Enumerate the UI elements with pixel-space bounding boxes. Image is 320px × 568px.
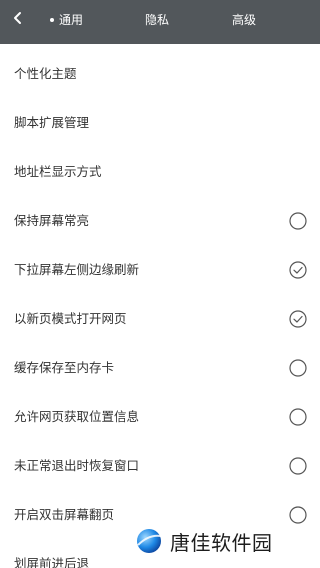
tab-general[interactable]: 通用 xyxy=(50,12,84,28)
unchecked-circle-icon[interactable] xyxy=(289,506,307,524)
setting-script-extensions[interactable]: 脚本扩展管理 xyxy=(0,99,320,148)
checked-circle-icon[interactable] xyxy=(289,310,307,328)
settings-list: 个性化主题 脚本扩展管理 地址栏显示方式 保持屏幕常亮 下拉屏幕左侧边缘刷新 以… xyxy=(0,50,320,568)
back-button[interactable] xyxy=(4,4,32,32)
setting-label: 个性化主题 xyxy=(14,66,77,81)
setting-restore-window[interactable]: 未正常退出时恢复窗口 xyxy=(0,442,320,491)
setting-label: 以新页模式打开网页 xyxy=(14,311,127,326)
tab-privacy[interactable]: 隐私 xyxy=(145,12,169,28)
active-tab-dot xyxy=(50,18,54,22)
unchecked-circle-icon[interactable] xyxy=(289,212,307,230)
setting-address-bar-display[interactable]: 地址栏显示方式 xyxy=(0,148,320,197)
tab-advanced[interactable]: 高级 xyxy=(232,12,256,28)
tab-advanced-label: 高级 xyxy=(232,13,257,27)
setting-cache-to-sd-card[interactable]: 缓存保存至内存卡 xyxy=(0,344,320,393)
setting-label: 保持屏幕常亮 xyxy=(14,213,90,228)
setting-label: 未正常退出时恢复窗口 xyxy=(14,458,140,473)
setting-label: 脚本扩展管理 xyxy=(14,115,90,130)
chevron-left-icon xyxy=(14,12,21,24)
unchecked-circle-icon[interactable] xyxy=(289,408,307,426)
unchecked-circle-icon[interactable] xyxy=(289,457,307,475)
settings-screen: 通用 隐私 高级 个性化主题 脚本扩展管理 地址栏显示方式 保持屏幕常亮 下拉屏… xyxy=(0,0,320,568)
setting-keep-screen-on[interactable]: 保持屏幕常亮 xyxy=(0,197,320,246)
setting-label: 下拉屏幕左侧边缘刷新 xyxy=(14,262,140,277)
setting-label: 开启双击屏幕翻页 xyxy=(14,507,115,522)
setting-pull-left-edge-refresh[interactable]: 下拉屏幕左侧边缘刷新 xyxy=(0,246,320,295)
setting-allow-location[interactable]: 允许网页获取位置信息 xyxy=(0,393,320,442)
unchecked-circle-icon[interactable] xyxy=(289,359,307,377)
setting-label: 划屏前进后退 xyxy=(14,556,90,568)
top-bar: 通用 隐私 高级 xyxy=(0,0,320,44)
tab-general-label: 通用 xyxy=(59,13,84,27)
checked-circle-icon[interactable] xyxy=(289,261,307,279)
setting-label: 地址栏显示方式 xyxy=(14,164,102,179)
setting-label: 允许网页获取位置信息 xyxy=(14,409,140,424)
setting-personalized-theme[interactable]: 个性化主题 xyxy=(0,50,320,99)
watermark-text: 唐佳软件园 xyxy=(170,530,273,555)
watermark-logo-icon xyxy=(137,529,162,553)
watermark: 唐佳软件园 xyxy=(134,524,273,558)
setting-open-in-new-page[interactable]: 以新页模式打开网页 xyxy=(0,295,320,344)
tab-privacy-label: 隐私 xyxy=(145,13,170,27)
setting-label: 缓存保存至内存卡 xyxy=(14,360,115,375)
